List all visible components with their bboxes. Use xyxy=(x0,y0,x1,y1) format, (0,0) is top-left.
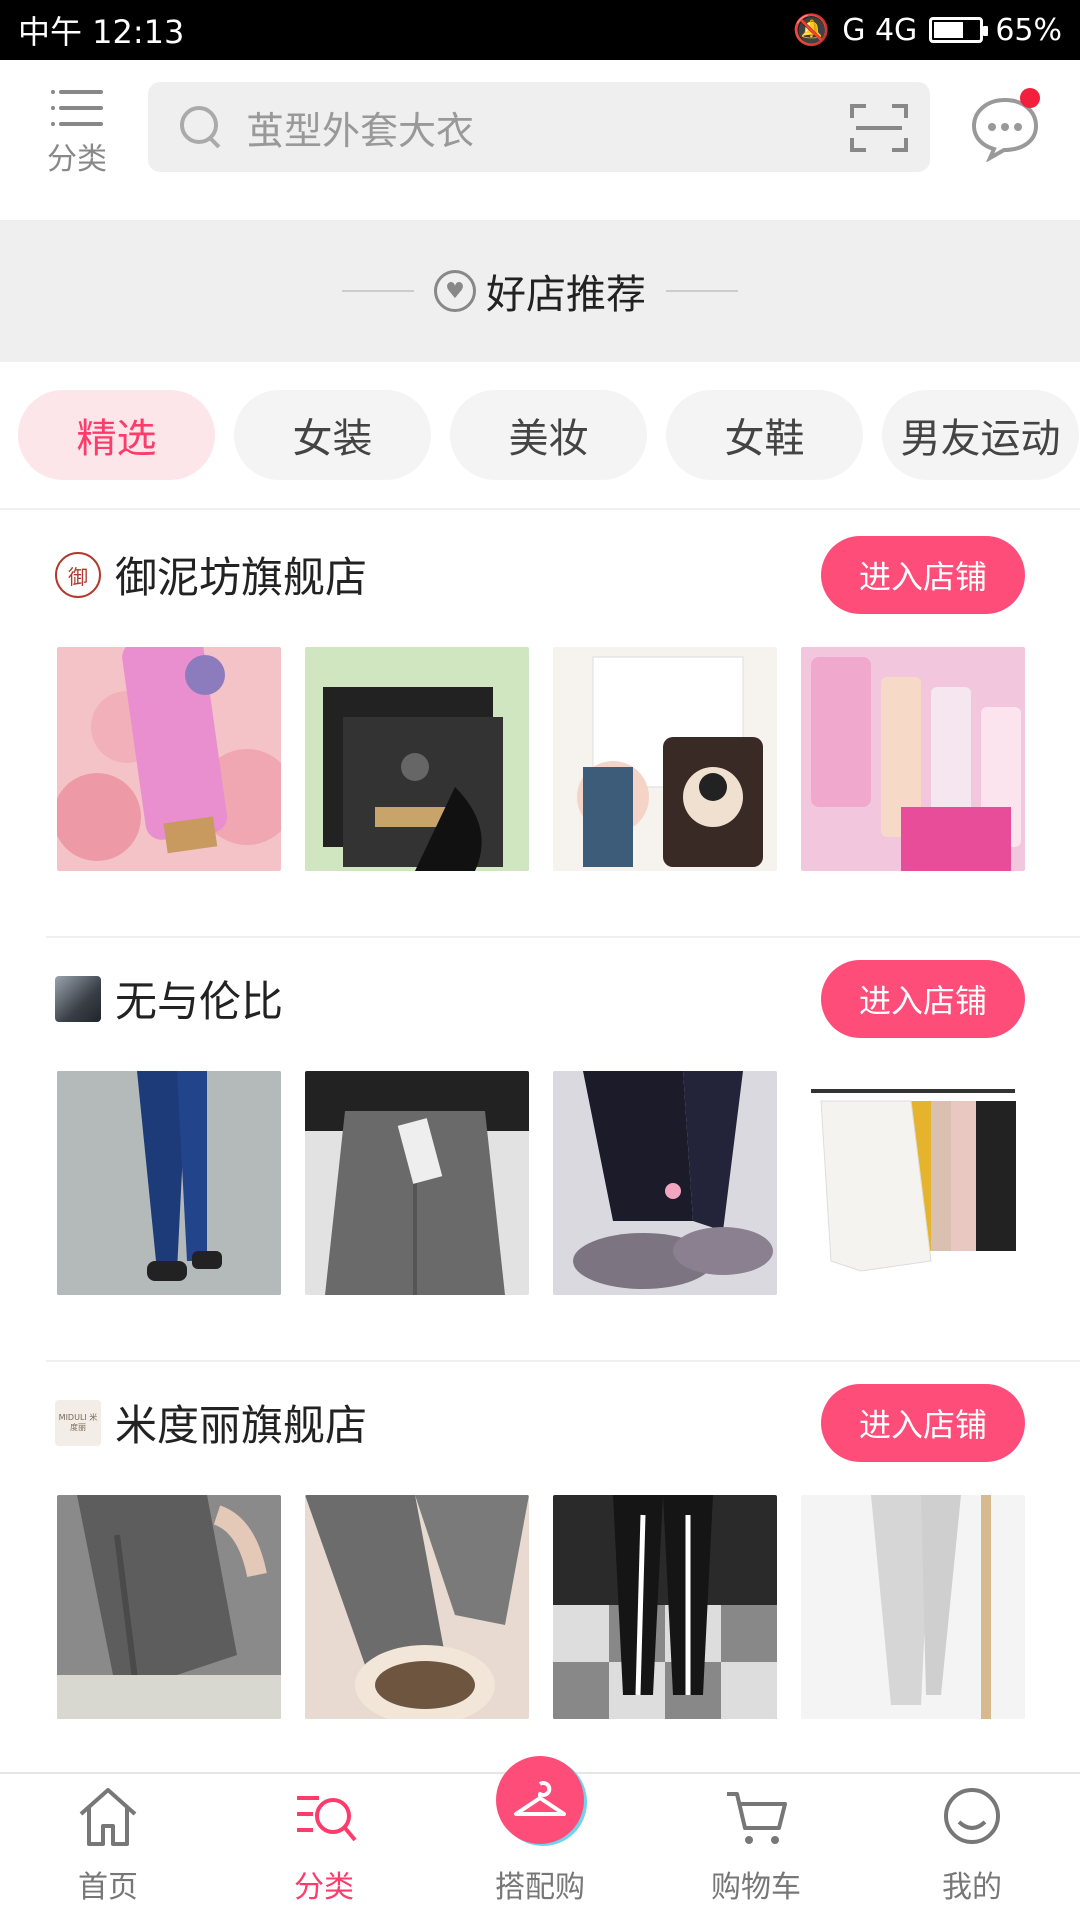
recommend-banner: ♥ 好店推荐 xyxy=(0,220,1080,362)
product-thumbnail-grey-knit-leggings[interactable] xyxy=(57,1495,281,1719)
home-icon xyxy=(73,1784,143,1854)
product-row xyxy=(57,647,1025,871)
category-search-icon xyxy=(289,1784,359,1854)
bottom-nav: 首页 分类 搭配购 购物车 我的 xyxy=(0,1756,1080,1920)
nav-hanger[interactable]: 搭配购 xyxy=(432,1756,648,1920)
store-name[interactable]: 无与伦比 xyxy=(115,968,283,1029)
nav-label: 我的 xyxy=(942,1870,1002,1905)
hanger-icon xyxy=(496,1756,584,1844)
banner-title: 好店推荐 xyxy=(486,272,646,318)
unread-badge xyxy=(1020,88,1040,108)
mute-icon: 🔕 xyxy=(792,12,831,48)
search-input[interactable]: 茧型外套大衣 xyxy=(148,82,930,172)
product-thumbnail-grey-leggings-boots[interactable] xyxy=(305,1495,529,1719)
cart-icon xyxy=(721,1784,791,1854)
store-name[interactable]: 米度丽旗舰店 xyxy=(115,1392,367,1453)
tab-1[interactable]: 女装 xyxy=(234,390,431,480)
nav-label: 分类 xyxy=(294,1870,354,1905)
product-thumbnail-blue-jeans[interactable] xyxy=(57,1071,281,1295)
product-thumbnail-sweaters-rack[interactable] xyxy=(801,1071,1025,1295)
status-time: 中午 12:13 xyxy=(18,13,185,51)
nav-cart[interactable]: 购物车 xyxy=(648,1774,864,1920)
store-logo[interactable] xyxy=(55,976,101,1022)
product-thumbnail-black-stripe-pants[interactable] xyxy=(553,1495,777,1719)
divider-right xyxy=(666,290,738,292)
store-header: MIDULI 米度丽 米度丽旗舰店 进入店铺 xyxy=(55,1362,1025,1474)
store-header: 御御泥坊旗舰店 进入店铺 xyxy=(55,514,1025,626)
nav-label: 购物车 xyxy=(711,1870,801,1905)
category-button[interactable]: 分类 xyxy=(40,88,114,188)
tab-0[interactable]: 精选 xyxy=(18,390,215,480)
tab-4[interactable]: 男友运动 xyxy=(882,390,1079,480)
enter-store-button[interactable]: 进入店铺 xyxy=(821,1384,1025,1462)
tab-2[interactable]: 美妆 xyxy=(450,390,647,480)
tab-3[interactable]: 女鞋 xyxy=(666,390,863,480)
product-thumbnail-grey-wide-pants[interactable] xyxy=(305,1071,529,1295)
battery-percent: 65% xyxy=(995,12,1062,48)
product-thumbnail-white-mask-box[interactable] xyxy=(553,647,777,871)
product-thumbnail-light-grey-leggings[interactable] xyxy=(801,1495,1025,1719)
product-thumbnail-black-mask-box[interactable] xyxy=(305,647,529,871)
network-label: G 4G xyxy=(842,12,918,48)
divider-left xyxy=(342,290,414,292)
enter-store-button[interactable]: 进入店铺 xyxy=(821,536,1025,614)
enter-store-button[interactable]: 进入店铺 xyxy=(821,960,1025,1038)
store-card: 无与伦比 进入店铺 xyxy=(0,938,1080,1362)
search-icon xyxy=(178,104,224,150)
store-name[interactable]: 御泥坊旗舰店 xyxy=(115,544,367,605)
nav-category-search[interactable]: 分类 xyxy=(216,1774,432,1920)
scan-icon[interactable] xyxy=(850,102,908,154)
product-thumbnail-pink-tube-roses[interactable] xyxy=(57,647,281,871)
top-bar: 分类 茧型外套大衣 xyxy=(0,60,1080,220)
heart-icon: ♥ xyxy=(434,270,476,312)
nav-label: 首页 xyxy=(78,1870,138,1905)
status-indicators: 🔕 G 4G 65% xyxy=(793,13,1062,48)
product-thumbnail-pink-bottles[interactable] xyxy=(801,647,1025,871)
store-header: 无与伦比 进入店铺 xyxy=(55,938,1025,1050)
store-logo[interactable]: 御 xyxy=(55,552,101,598)
store-card: MIDULI 米度丽 米度丽旗舰店 进入店铺 xyxy=(0,1362,1080,1786)
category-label: 分类 xyxy=(47,142,107,177)
menu-icon xyxy=(51,88,103,128)
message-button[interactable] xyxy=(970,88,1040,163)
battery-icon xyxy=(929,17,989,43)
search-placeholder: 茧型外套大衣 xyxy=(246,108,475,153)
product-thumbnail-black-leggings-slippers[interactable] xyxy=(553,1071,777,1295)
nav-label: 搭配购 xyxy=(495,1870,585,1905)
product-row xyxy=(57,1071,1025,1295)
profile-icon xyxy=(937,1784,1007,1854)
nav-home[interactable]: 首页 xyxy=(0,1774,216,1920)
nav-profile[interactable]: 我的 xyxy=(864,1774,1080,1920)
category-tabs: 精选 女装 美妆 女鞋 男友运动 xyxy=(0,362,1080,510)
status-bar: 中午 12:13 🔕 G 4G 65% xyxy=(0,0,1080,60)
product-row xyxy=(57,1495,1025,1719)
store-card: 御御泥坊旗舰店 进入店铺 xyxy=(0,514,1080,938)
store-logo[interactable]: MIDULI 米度丽 xyxy=(55,1400,101,1446)
